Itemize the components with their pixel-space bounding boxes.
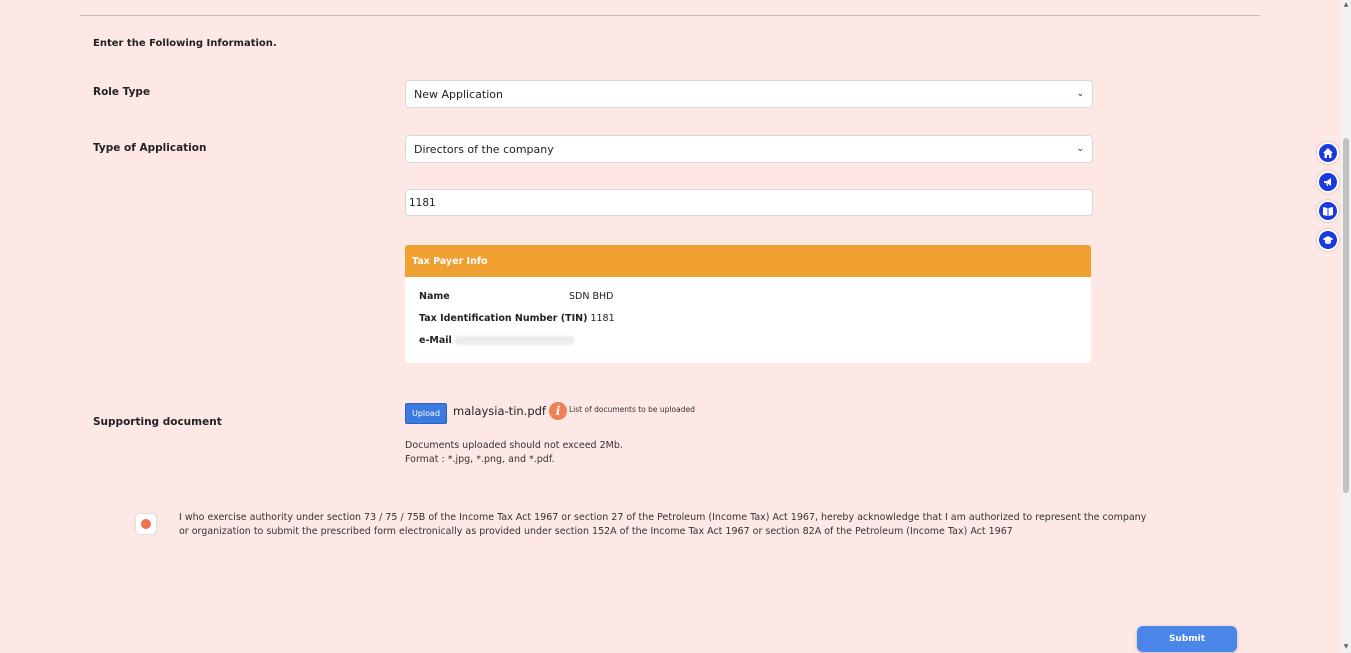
upload-button[interactable]: Upload	[405, 403, 447, 424]
taxpayer-email-value	[454, 336, 575, 345]
uploaded-filename: malaysia-tin.pdf	[453, 404, 546, 418]
role-type-label: Role Type	[93, 86, 151, 98]
tin-input[interactable]: 1181	[405, 189, 1093, 216]
role-type-value: New Application	[414, 87, 503, 101]
graduation-cap-icon[interactable]	[1317, 229, 1339, 251]
role-type-select[interactable]: New Application ⌄	[405, 80, 1093, 108]
submit-button[interactable]: Submit	[1137, 626, 1237, 652]
taxpayer-tin-label: Tax Identification Number (TIN)	[419, 313, 588, 324]
application-type-label: Type of Application	[93, 142, 207, 154]
scroll-up-arrow[interactable]: ▲	[1342, 1, 1350, 9]
taxpayer-info-header: Tax Payer Info	[405, 245, 1091, 277]
format-note: Format : *.jpg, *.png, and *.pdf.	[405, 454, 555, 465]
size-note: Documents uploaded should not exceed 2Mb…	[405, 440, 623, 451]
taxpayer-email-label: e-Mail	[419, 335, 452, 346]
megaphone-icon[interactable]	[1317, 171, 1339, 193]
chevron-down-icon: ⌄	[1076, 144, 1084, 154]
taxpayer-info-card: Tax Payer Info Name SDN BHD Tax Identific…	[405, 245, 1091, 363]
scroll-down-arrow[interactable]: ▼	[1342, 643, 1350, 651]
home-icon[interactable]	[1317, 142, 1339, 164]
supporting-document-label: Supporting document	[93, 416, 222, 428]
acknowledgement-text: I who exercise authority under section 7…	[179, 512, 1147, 537]
document-list-link[interactable]: List of documents to be uploaded	[569, 405, 695, 414]
chevron-down-icon: ⌄	[1076, 89, 1084, 99]
acknowledge-radio[interactable]	[135, 513, 157, 535]
taxpayer-name-value: SDN BHD	[569, 291, 614, 302]
taxpayer-tin-row: Tax Identification Number (TIN) 1181	[419, 313, 615, 324]
scroll-thumb[interactable]	[1343, 138, 1349, 493]
tin-input-value: 1181	[409, 196, 436, 209]
application-type-value: Directors of the company	[414, 142, 554, 156]
side-nav	[1317, 142, 1341, 258]
taxpayer-name-label: Name	[419, 291, 450, 302]
info-icon[interactable]: i	[549, 402, 567, 420]
taxpayer-tin-value: 1181	[590, 313, 615, 324]
form-heading: Enter the Following Information.	[93, 38, 277, 49]
book-icon[interactable]	[1317, 200, 1339, 222]
taxpayer-email-row: e-Mail	[419, 335, 575, 346]
application-type-select[interactable]: Directors of the company ⌄	[405, 135, 1093, 163]
radio-selected-dot	[141, 519, 151, 529]
top-divider	[80, 15, 1260, 16]
taxpayer-name-row: Name SDN BHD	[419, 291, 613, 302]
page-scrollbar[interactable]: ▲ ▼	[1341, 0, 1351, 653]
